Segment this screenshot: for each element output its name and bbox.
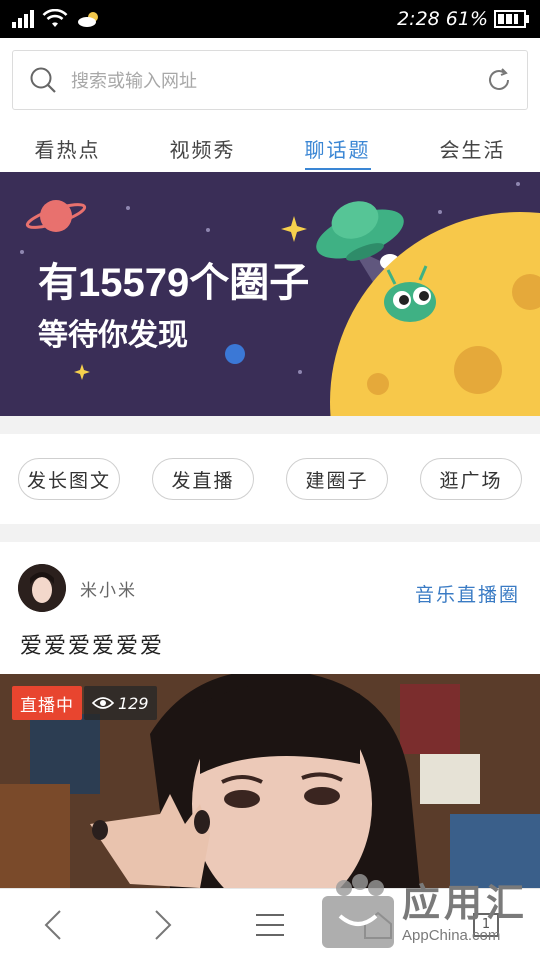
appchina-watermark: 应用汇 AppChina.com bbox=[318, 866, 540, 950]
wifi-icon bbox=[42, 9, 68, 27]
post-card[interactable]: 米小米 音乐直播圈 爱爱爱爱爱爱 直播中 129 bbox=[0, 542, 540, 888]
tab-video[interactable]: 视频秀 bbox=[170, 122, 236, 172]
refresh-icon[interactable] bbox=[485, 66, 513, 94]
create-circle-button[interactable]: 建圈子 bbox=[286, 458, 388, 500]
battery-icon bbox=[494, 10, 529, 28]
search-input[interactable]: 搜索或输入网址 bbox=[12, 50, 528, 110]
avatar[interactable] bbox=[18, 564, 66, 612]
weather-cloud-icon bbox=[78, 12, 98, 27]
forward-button[interactable] bbox=[132, 895, 192, 955]
post-text: 爱爱爱爱爱爱 bbox=[20, 634, 165, 659]
circles-banner[interactable]: 有15579个圈子 等待你发现 bbox=[0, 172, 540, 416]
menu-button[interactable] bbox=[240, 895, 300, 955]
eye-icon bbox=[92, 697, 114, 709]
tab-life[interactable]: 会生活 bbox=[440, 122, 506, 172]
appchina-logo-icon bbox=[322, 874, 394, 948]
clock-time: 2:28 bbox=[397, 8, 440, 30]
search-icon bbox=[30, 67, 56, 93]
search-placeholder: 搜索或输入网址 bbox=[71, 71, 197, 92]
post-long-image-button[interactable]: 发长图文 bbox=[18, 458, 120, 500]
tab-topics[interactable]: 聊话题 bbox=[304, 122, 371, 172]
post-username[interactable]: 米小米 bbox=[80, 576, 137, 601]
menu-icon bbox=[256, 913, 284, 936]
channel-tabs: 看热点 视频秀 聊话题 会生活 bbox=[0, 122, 540, 172]
status-bar: 2:28 61% bbox=[0, 0, 540, 38]
signal-icon bbox=[12, 10, 34, 28]
viewer-count-badge: 129 bbox=[84, 686, 157, 720]
battery-percent: 61% bbox=[445, 8, 488, 30]
browse-plaza-button[interactable]: 逛广场 bbox=[420, 458, 522, 500]
back-button[interactable] bbox=[24, 895, 84, 955]
circle-link[interactable]: 音乐直播圈 bbox=[415, 580, 520, 607]
start-live-button[interactable]: 发直播 bbox=[152, 458, 254, 500]
watermark-title: 应用汇 bbox=[402, 883, 529, 925]
tab-hot[interactable]: 看热点 bbox=[35, 122, 101, 172]
search-bar: 搜索或输入网址 bbox=[0, 38, 540, 122]
banner-subtitle: 等待你发现 bbox=[38, 319, 188, 352]
live-badge: 直播中 bbox=[12, 686, 82, 720]
chevron-right-icon bbox=[155, 909, 172, 940]
watermark-subtitle: AppChina.com bbox=[402, 927, 501, 944]
viewer-count: 129 bbox=[118, 693, 149, 713]
banner-title: 有15579个圈子 bbox=[38, 261, 310, 305]
chevron-left-icon bbox=[44, 909, 61, 940]
action-buttons: 发长图文 发直播 建圈子 逛广场 bbox=[0, 434, 540, 524]
